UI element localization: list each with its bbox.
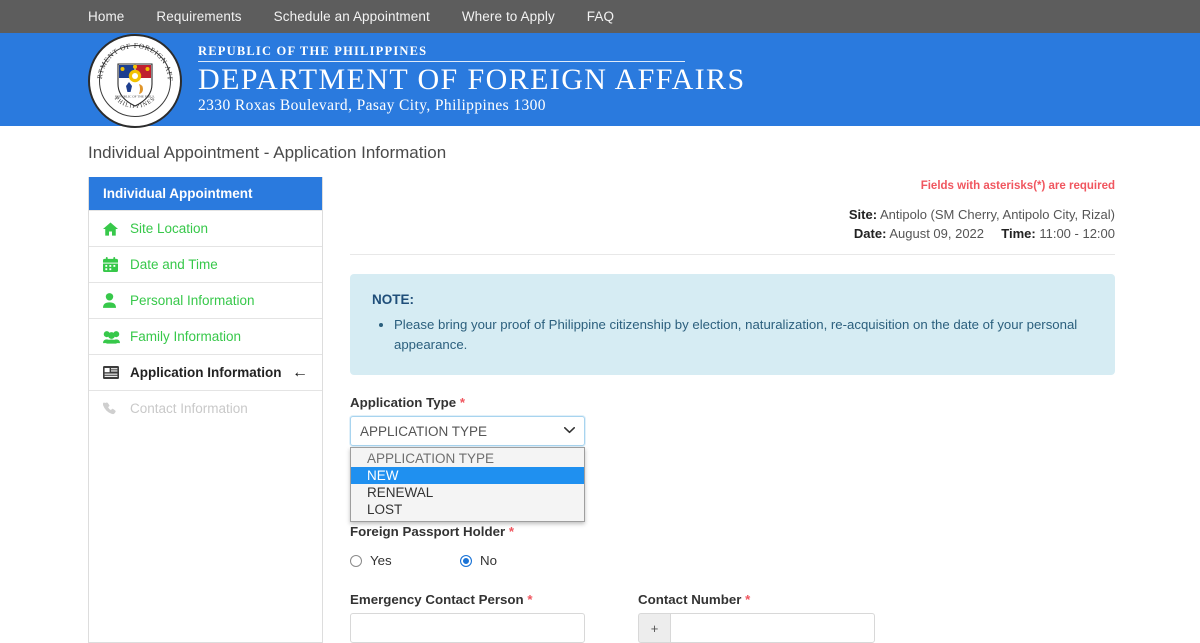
foreign-passport-radio-group: Yes No [350, 553, 1115, 568]
site-label: Site: [849, 207, 877, 222]
sidebar-item-personal-information[interactable]: Personal Information [89, 282, 322, 318]
dropdown-option-application-type[interactable]: APPLICATION TYPE [351, 450, 584, 467]
sidebar-header: Individual Appointment [89, 177, 322, 210]
phone-icon [103, 402, 123, 416]
radio-label: No [480, 553, 497, 568]
required-asterisk: * [527, 592, 532, 607]
application-information-form: Fields with asterisks(*) are required Si… [323, 177, 1200, 643]
required-fields-note: Fields with asterisks(*) are required [350, 177, 1115, 193]
top-navigation-bar: Home Requirements Schedule an Appointmen… [0, 0, 1200, 33]
country-code-prefix-addon: + [638, 613, 670, 643]
calendar-icon [103, 257, 123, 272]
sidebar-item-contact-information[interactable]: Contact Information [89, 390, 322, 426]
note-title: NOTE: [372, 292, 1093, 307]
radio-button-unselected-icon [350, 555, 362, 567]
user-icon [103, 293, 123, 308]
time-label: Time: [1001, 226, 1035, 241]
dfa-seal-logo: DEPARTMENT OF FOREIGN AFFAIRS PHILIPPINE… [88, 34, 182, 128]
dropdown-option-renewal[interactable]: RENEWAL [351, 484, 584, 501]
id-card-icon [103, 366, 123, 379]
active-step-arrow-icon: ← [292, 365, 308, 381]
section-divider [350, 254, 1115, 255]
sidebar-item-label: Personal Information [130, 293, 255, 308]
home-icon [103, 222, 123, 236]
foreign-passport-holder-label: Foreign Passport Holder * [350, 524, 1115, 539]
application-type-label-text: Application Type [350, 395, 456, 410]
foreign-passport-holder-label-text: Foreign Passport Holder [350, 524, 505, 539]
note-list-item: Please bring your proof of Philippine ci… [394, 315, 1093, 356]
site-value: Antipolo (SM Cherry, Antipolo City, Riza… [880, 207, 1115, 222]
required-asterisk: * [745, 592, 750, 607]
date-label: Date: [854, 226, 887, 241]
radio-button-selected-icon [460, 555, 472, 567]
application-type-select-wrapper: APPLICATION TYPE APPLICATION TYPE NEW RE… [350, 416, 585, 446]
radio-foreign-passport-no[interactable]: No [460, 553, 497, 568]
sidebar-item-application-information[interactable]: Application Information ← [89, 354, 322, 390]
sidebar-item-label: Family Information [130, 329, 241, 344]
appointment-date-time-row: Date: August 09, 2022 Time: 11:00 - 12:0… [350, 224, 1115, 244]
sidebar-item-label: Date and Time [130, 257, 218, 272]
appointment-site-row: Site: Antipolo (SM Cherry, Antipolo City… [350, 205, 1115, 225]
contact-number-input[interactable] [670, 613, 875, 643]
page-title: Individual Appointment - Application Inf… [0, 126, 1200, 163]
application-type-selected-value: APPLICATION TYPE [360, 424, 487, 439]
emergency-contact-person-label-text: Emergency Contact Person [350, 592, 524, 607]
banner-address-line: 2330 Roxas Boulevard, Pasay City, Philip… [198, 96, 746, 115]
application-type-select[interactable]: APPLICATION TYPE [350, 416, 585, 446]
nav-item-faq[interactable]: FAQ [587, 9, 614, 24]
nav-item-home[interactable]: Home [88, 9, 124, 24]
sidebar-item-site-location[interactable]: Site Location [89, 210, 322, 246]
date-value: August 09, 2022 [889, 226, 984, 241]
application-type-label: Application Type * [350, 395, 1115, 410]
contact-fields-row: Emergency Contact Person * Contact Numbe… [350, 572, 1115, 643]
emergency-contact-person-label: Emergency Contact Person * [350, 592, 611, 607]
contact-number-label-text: Contact Number [638, 592, 741, 607]
required-asterisk: * [460, 395, 465, 410]
dropdown-option-lost[interactable]: LOST [351, 501, 584, 518]
nav-item-requirements[interactable]: Requirements [156, 9, 241, 24]
banner-department-title: DEPARTMENT OF FOREIGN AFFAIRS [198, 62, 746, 97]
note-panel: NOTE: Please bring your proof of Philipp… [350, 274, 1115, 376]
required-asterisk: * [509, 524, 514, 539]
sidebar-item-label: Application Information [130, 365, 282, 380]
emergency-contact-person-input[interactable] [350, 613, 585, 643]
application-type-dropdown-menu[interactable]: APPLICATION TYPE NEW RENEWAL LOST [350, 447, 585, 522]
time-value: 11:00 - 12:00 [1039, 226, 1115, 241]
chevron-down-icon [564, 425, 575, 437]
users-icon [103, 330, 123, 344]
nav-item-schedule-an-appointment[interactable]: Schedule an Appointment [274, 9, 430, 24]
svg-text:REPUBLIC OF THE PHILS.: REPUBLIC OF THE PHILS. [115, 94, 155, 98]
page-content: Individual Appointment Site Location Dat… [0, 163, 1200, 643]
radio-label: Yes [370, 553, 392, 568]
contact-number-input-group: + [638, 613, 875, 643]
sidebar-item-family-information[interactable]: Family Information [89, 318, 322, 354]
sidebar-item-label: Contact Information [130, 401, 248, 416]
radio-foreign-passport-yes[interactable]: Yes [350, 553, 460, 568]
contact-number-field-group: Contact Number * + [638, 572, 875, 643]
dropdown-option-new[interactable]: NEW [351, 467, 584, 484]
emergency-contact-person-field-group: Emergency Contact Person * [350, 572, 611, 643]
appointment-meta: Site: Antipolo (SM Cherry, Antipolo City… [350, 205, 1115, 244]
nav-item-where-to-apply[interactable]: Where to Apply [462, 9, 555, 24]
site-banner: DEPARTMENT OF FOREIGN AFFAIRS PHILIPPINE… [0, 33, 1200, 126]
note-list: Please bring your proof of Philippine ci… [372, 315, 1093, 356]
appointment-steps-sidebar: Individual Appointment Site Location Dat… [88, 177, 323, 643]
banner-republic-line: REPUBLIC OF THE PHILIPPINES [198, 44, 746, 61]
sidebar-item-date-and-time[interactable]: Date and Time [89, 246, 322, 282]
contact-number-label: Contact Number * [638, 592, 875, 607]
sidebar-item-label: Site Location [130, 221, 208, 236]
